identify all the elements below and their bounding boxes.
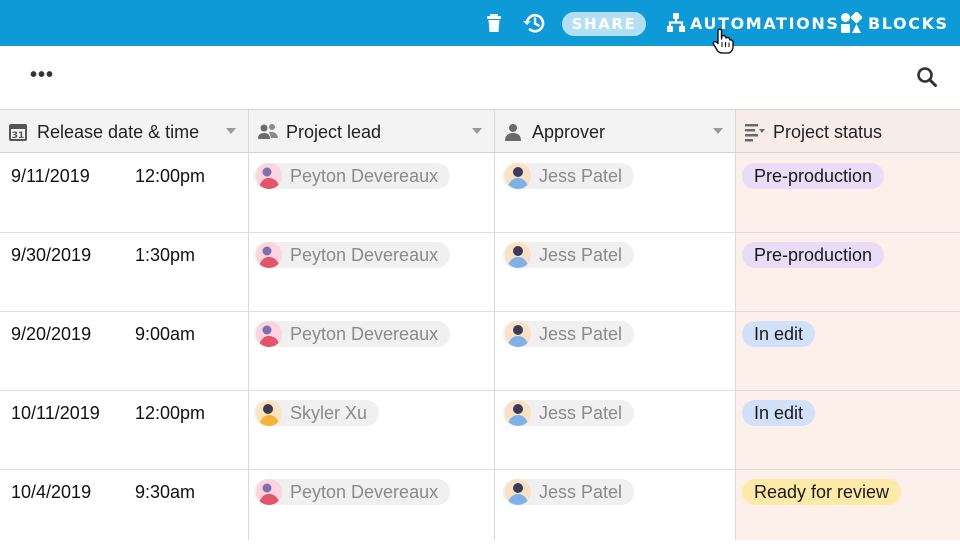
table-row[interactable]: 9/30/2019 1:30pm Peyton Devereaux Jess P…: [0, 232, 960, 311]
status-badge[interactable]: Pre-production: [742, 163, 885, 189]
calendar-icon: 31: [9, 124, 27, 141]
release-date: 9/20/2019: [11, 324, 92, 344]
approver-chip[interactable]: Jess Patel: [503, 400, 635, 426]
project-lead-chip[interactable]: Peyton Devereaux: [254, 163, 451, 189]
single-select-icon: [745, 124, 765, 142]
approver-chip[interactable]: Jess Patel: [503, 163, 635, 189]
share-label: SHARE: [571, 15, 637, 33]
records-grid: 31 Release date & time Project lead Appr…: [0, 110, 960, 540]
release-time: 9:30am: [135, 482, 196, 502]
avatar: [505, 400, 531, 426]
column-header-label: Project lead: [286, 122, 382, 142]
trash-button[interactable]: [486, 0, 502, 46]
column-header-label: Approver: [532, 122, 606, 142]
project-lead-chip[interactable]: Skyler Xu: [254, 400, 380, 426]
user-icon: [505, 124, 521, 141]
chevron-down-icon[interactable]: [472, 128, 482, 134]
approver-chip[interactable]: Jess Patel: [503, 242, 635, 268]
status-badge[interactable]: In edit: [742, 321, 816, 347]
project-lead-name: Skyler Xu: [290, 402, 368, 423]
history-icon: [523, 14, 545, 33]
approver-name: Jess Patel: [539, 244, 623, 265]
avatar: [256, 479, 282, 505]
history-button[interactable]: [522, 0, 546, 46]
approver-chip[interactable]: Jess Patel: [503, 321, 635, 347]
automations-icon: [667, 13, 685, 32]
hand-cursor-icon: [712, 28, 734, 54]
table-row[interactable]: 9/11/2019 12:00pm Peyton Devereaux Jess …: [0, 153, 960, 232]
avatar: [505, 163, 531, 189]
avatar: [505, 479, 531, 505]
approver-name: Jess Patel: [539, 402, 623, 423]
users-icon: [258, 124, 278, 139]
column-header-project-lead[interactable]: Project lead: [249, 110, 494, 153]
chevron-down-icon[interactable]: [226, 128, 236, 134]
project-lead-chip[interactable]: Peyton Devereaux: [254, 321, 451, 347]
release-date: 10/11/2019: [11, 403, 100, 423]
trash-icon: [487, 14, 501, 32]
release-time: 12:00pm: [135, 403, 206, 423]
table-row[interactable]: 10/11/2019 12:00pm Skyler Xu Jess Patel …: [0, 390, 960, 469]
status-badge[interactable]: Pre-production: [742, 242, 885, 268]
automations-button[interactable]: AUTOMATIONS: [666, 0, 839, 46]
project-lead-name: Peyton Devereaux: [290, 323, 439, 344]
table-row[interactable]: 10/4/2019 9:30am Peyton Devereaux Jess P…: [0, 469, 960, 548]
view-toolbar: •••: [0, 46, 960, 111]
approver-name: Jess Patel: [539, 165, 623, 186]
approver-name: Jess Patel: [539, 481, 623, 502]
avatar: [256, 242, 282, 268]
project-lead-name: Peyton Devereaux: [290, 244, 439, 265]
blocks-icon: [841, 12, 862, 33]
top-bar: SHARE AUTOMATIONS BLOCKS: [0, 0, 960, 46]
avatar: [256, 163, 282, 189]
project-lead-chip[interactable]: Peyton Devereaux: [254, 479, 451, 505]
column-header-label: Release date & time: [37, 122, 200, 142]
avatar: [256, 321, 282, 347]
status-badge[interactable]: Ready for review: [742, 479, 902, 505]
avatar: [505, 321, 531, 347]
project-lead-name: Peyton Devereaux: [290, 165, 439, 186]
chevron-down-icon[interactable]: [713, 128, 723, 134]
release-date: 9/30/2019: [11, 245, 92, 265]
release-time: 9:00am: [135, 324, 196, 344]
avatar: [505, 242, 531, 268]
release-time: 1:30pm: [135, 245, 196, 265]
column-header-project-status[interactable]: Project status: [736, 110, 960, 153]
release-time: 12:00pm: [135, 166, 206, 186]
more-options-button[interactable]: •••: [30, 65, 54, 85]
status-badge[interactable]: In edit: [742, 400, 816, 426]
column-header-label: Project status: [773, 122, 883, 142]
project-lead-chip[interactable]: Peyton Devereaux: [254, 242, 451, 268]
column-header-approver[interactable]: Approver: [495, 110, 735, 153]
blocks-button[interactable]: BLOCKS: [840, 0, 949, 46]
avatar: [256, 400, 282, 426]
approver-name: Jess Patel: [539, 323, 623, 344]
search-icon[interactable]: [916, 66, 938, 88]
blocks-label: BLOCKS: [868, 13, 949, 33]
release-date: 10/4/2019: [11, 482, 92, 502]
release-date: 9/11/2019: [11, 166, 90, 186]
project-lead-name: Peyton Devereaux: [290, 481, 439, 502]
svg-text:31: 31: [12, 131, 25, 141]
share-button[interactable]: SHARE: [562, 12, 646, 36]
approver-chip[interactable]: Jess Patel: [503, 479, 635, 505]
column-header-release-date[interactable]: 31 Release date & time: [0, 110, 248, 153]
table-row[interactable]: 9/20/2019 9:00am Peyton Devereaux Jess P…: [0, 311, 960, 390]
